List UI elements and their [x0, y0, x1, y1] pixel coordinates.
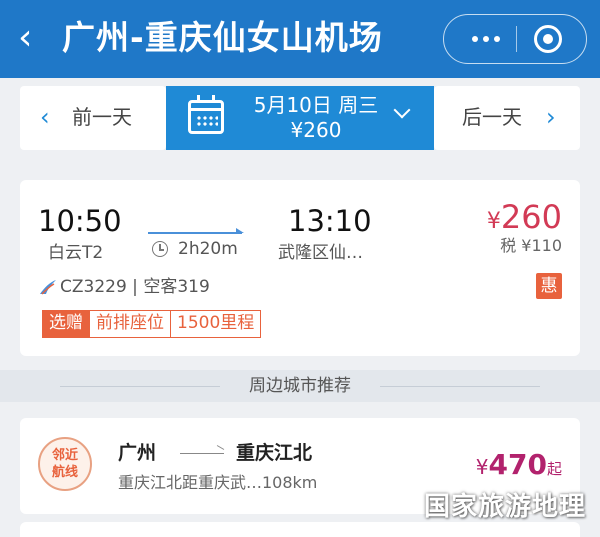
- nearby-section-header: 周边城市推荐: [0, 370, 600, 402]
- chevron-down-icon: [394, 106, 410, 122]
- more-icon[interactable]: [458, 15, 514, 63]
- chevron-left-icon: ‹: [40, 103, 50, 131]
- capsule-divider: [516, 26, 517, 52]
- flight-card[interactable]: 10:50 白云T2 2h20m 13:10 武隆区仙… ¥260 税 ¥110…: [20, 180, 580, 356]
- divider: [380, 386, 540, 387]
- nearby-route-badge: 邻近 航线: [38, 437, 92, 491]
- previous-day-label: 前一天: [72, 105, 132, 129]
- route-distance-note: 重庆江北距重庆武…108km: [118, 473, 318, 492]
- tag-front-seat: 前排座位: [89, 311, 170, 337]
- tag-mileage: 1500里程: [170, 311, 260, 337]
- price-currency: ¥: [486, 209, 501, 234]
- calendar-icon: [188, 95, 224, 134]
- flight-number-aircraft: CZ3229 | 空客319: [60, 277, 210, 297]
- badge-line-2: 航线: [51, 465, 78, 480]
- back-arrow-icon: ‹: [18, 17, 33, 58]
- route-destination: 重庆江北: [236, 442, 313, 464]
- price-currency: ¥: [475, 455, 489, 479]
- tag-gift: 选赠: [43, 311, 89, 337]
- title-bar: ‹ 广州-重庆仙女山机场: [0, 0, 600, 78]
- date-selector[interactable]: 5月10日 周三 ¥260: [166, 86, 434, 150]
- badge-line-1: 邻近: [51, 448, 78, 463]
- arrival-airport: 武隆区仙…: [278, 243, 363, 263]
- page-title: 广州-重庆仙女山机场: [62, 18, 383, 57]
- price-suffix: 起: [546, 460, 562, 478]
- next-route-card[interactable]: [20, 522, 580, 537]
- next-day-label: 后一天: [462, 105, 522, 129]
- previous-day-button[interactable]: ‹ 前一天: [20, 86, 166, 150]
- chevron-right-icon: ›: [546, 103, 556, 131]
- selected-date: 5月10日 周三: [253, 93, 379, 117]
- miniprogram-capsule: [443, 14, 587, 64]
- tax-amount: 税 ¥110: [500, 236, 562, 255]
- route-origin: 广州: [118, 442, 157, 464]
- selected-date-price: ¥260: [290, 118, 342, 142]
- price-amount: 470: [488, 448, 547, 481]
- airline-logo-icon: [40, 280, 56, 295]
- nearby-price: ¥470起: [476, 448, 562, 486]
- route-arrow-icon: [180, 453, 224, 454]
- flight-duration: 2h20m: [178, 239, 238, 259]
- discount-badge: 惠: [536, 273, 562, 299]
- departure-time: 10:50: [38, 204, 122, 238]
- close-icon[interactable]: [534, 25, 562, 53]
- back-button[interactable]: ‹: [18, 18, 54, 58]
- price-amount: 260: [500, 198, 562, 236]
- next-day-button[interactable]: 后一天 ›: [434, 86, 580, 150]
- benefit-tags: 选赠 前排座位 1500里程: [42, 310, 262, 338]
- arrival-time: 13:10: [288, 204, 372, 238]
- route-arrow-icon: [148, 228, 244, 234]
- watermark: 国家旅游地理: [424, 492, 587, 522]
- date-bar: ‹ 前一天 5月10日 周三 ¥260 后一天 ›: [0, 78, 600, 163]
- departure-airport: 白云T2: [48, 243, 104, 263]
- clock-icon: [152, 241, 168, 257]
